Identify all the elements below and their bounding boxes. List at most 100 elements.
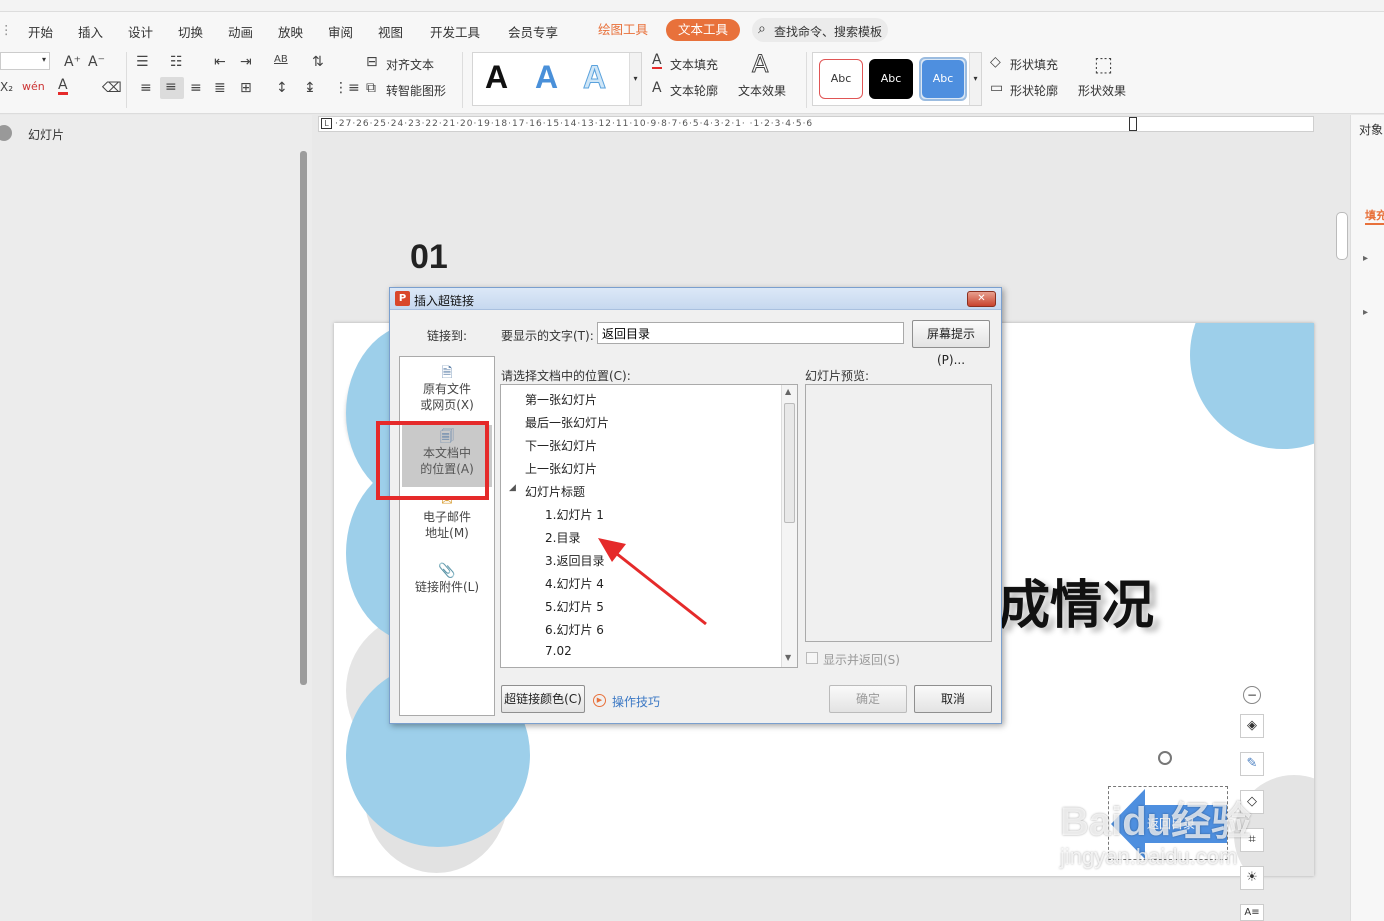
text-fill-button[interactable]: 文本填充 bbox=[670, 56, 718, 73]
pen-icon[interactable]: ✎ bbox=[1240, 752, 1264, 776]
layers-icon[interactable]: ◈ bbox=[1240, 714, 1264, 738]
nav-existing-file[interactable]: 🗎 原有文件 或网页(X) bbox=[400, 365, 494, 413]
paragraph-spacing-icon[interactable]: ↨ bbox=[304, 80, 316, 96]
numbered-list-icon[interactable]: ☷ bbox=[170, 54, 183, 70]
tree-group-slide-titles[interactable]: 幻灯片标题 bbox=[525, 483, 585, 500]
tab-home[interactable]: 开始 bbox=[28, 22, 53, 41]
show-return-checkbox[interactable] bbox=[806, 652, 818, 664]
shape-outline-button[interactable]: 形状轮廓 bbox=[1010, 82, 1058, 99]
close-icon[interactable]: ✕ bbox=[967, 291, 996, 307]
tree-scrollbar[interactable]: ▲ ▼ bbox=[781, 385, 797, 667]
text-style-gallery[interactable]: A A A ▾ bbox=[472, 52, 642, 106]
tab-design[interactable]: 设计 bbox=[128, 22, 153, 41]
display-text-input[interactable] bbox=[597, 322, 904, 344]
tree-slide-item[interactable]: 1.幻灯片 1 bbox=[545, 506, 604, 523]
column-icon[interactable]: ⋮≡ bbox=[334, 80, 360, 96]
location-label: 请选择文档中的位置(C): bbox=[501, 369, 631, 383]
collapse-icon[interactable]: − bbox=[1243, 686, 1261, 704]
text-effect-button[interactable]: 文本效果 bbox=[738, 82, 786, 99]
play-tips-icon: ▶ bbox=[593, 694, 606, 707]
ok-button[interactable]: 确定 bbox=[829, 685, 907, 713]
screen-tip-button[interactable]: 屏幕提示(P)... bbox=[912, 320, 990, 367]
tab-membership[interactable]: 会员专享 bbox=[508, 22, 558, 41]
nav-email-address[interactable]: ✉ 电子邮件 地址(M) bbox=[400, 493, 494, 541]
pane-scrollbar[interactable] bbox=[300, 151, 307, 685]
align-text-button[interactable]: 对齐文本 bbox=[386, 56, 434, 73]
tab-stop-icon[interactable]: L bbox=[321, 118, 332, 129]
scroll-down-icon[interactable]: ▼ bbox=[785, 653, 791, 662]
tab-drawing-tools[interactable]: 绘图工具 bbox=[586, 19, 660, 41]
dialog-title-bar[interactable]: P 插入超链接 ✕ bbox=[390, 288, 1001, 310]
shrink-font-icon[interactable]: A⁻ bbox=[88, 54, 105, 70]
tab-insert[interactable]: 插入 bbox=[78, 22, 103, 41]
decrease-indent-icon[interactable]: ⇤ bbox=[214, 54, 226, 70]
line-spacing-icon[interactable]: ↕ bbox=[276, 80, 288, 96]
phonetic-icon[interactable]: wén bbox=[22, 80, 45, 93]
hyperlink-color-button[interactable]: 超链接颜色(C) bbox=[501, 685, 585, 713]
menu-bar: ⋮ 开始 插入 设计 切换 动画 放映 审阅 视图 开发工具 会员专享 绘图工具… bbox=[0, 12, 1384, 46]
shape-style-gallery[interactable]: Abc Abc Abc ▾ bbox=[812, 52, 982, 106]
tips-link[interactable]: 操作技巧 bbox=[612, 693, 660, 710]
tree-item[interactable]: 上一张幻灯片 bbox=[525, 460, 597, 477]
shape-effect-button[interactable]: 形状效果 bbox=[1078, 82, 1126, 99]
align-text-icon: ⊟ bbox=[366, 54, 378, 70]
shape-style-blue[interactable]: Abc bbox=[922, 60, 964, 98]
scroll-up-icon[interactable]: ▲ bbox=[785, 387, 791, 396]
bullet-list-icon[interactable]: ☰ bbox=[136, 54, 149, 70]
tree-collapse-icon[interactable]: ◢ bbox=[509, 483, 516, 493]
text-direction-icon[interactable]: AB bbox=[274, 54, 288, 65]
text-wrap-icon[interactable]: A≡ bbox=[1240, 904, 1264, 921]
tree-slide-item[interactable]: 7.02 bbox=[545, 644, 572, 658]
text-style-black[interactable]: A bbox=[485, 59, 508, 96]
increase-indent-icon[interactable]: ⇥ bbox=[240, 54, 252, 70]
rotate-handle-icon[interactable] bbox=[1158, 751, 1172, 765]
justify-icon[interactable]: ≣ bbox=[214, 80, 226, 96]
annotation-arrow bbox=[598, 538, 707, 626]
text-outline-button[interactable]: 文本轮廓 bbox=[670, 82, 718, 99]
cancel-button[interactable]: 取消 bbox=[914, 685, 992, 713]
tree-slide-item[interactable]: 2.目录 bbox=[545, 529, 580, 546]
shape-fill-button[interactable]: 形状填充 bbox=[1010, 56, 1058, 73]
tab-fill[interactable]: 填充 bbox=[1365, 207, 1384, 225]
expand-arrow-icon[interactable]: ▸ bbox=[1363, 307, 1368, 318]
grow-font-icon[interactable]: A⁺ bbox=[64, 54, 81, 70]
tab-slideshow[interactable]: 放映 bbox=[278, 22, 303, 41]
tab-text-tools[interactable]: 文本工具 bbox=[666, 19, 741, 41]
text-style-blue[interactable]: A bbox=[535, 59, 558, 96]
preview-label: 幻灯片预览: bbox=[805, 369, 870, 383]
font-size-combo[interactable]: ▾ bbox=[0, 52, 50, 70]
tree-item[interactable]: 下一张幻灯片 bbox=[525, 437, 597, 454]
nav-existing-file-line2: 或网页(X) bbox=[420, 398, 474, 412]
pane-toggle-icon[interactable] bbox=[0, 125, 12, 141]
tab-view[interactable]: 视图 bbox=[378, 22, 403, 41]
sort-icon[interactable]: ⇅ bbox=[312, 54, 324, 70]
menu-overflow-icon[interactable]: ⋮ bbox=[0, 22, 13, 37]
expand-arrow-icon[interactable]: ▸ bbox=[1363, 253, 1368, 264]
tree-item[interactable]: 最后一张幻灯片 bbox=[525, 414, 609, 431]
tree-item[interactable]: 第一张幻灯片 bbox=[525, 391, 597, 408]
tab-animation[interactable]: 动画 bbox=[228, 22, 253, 41]
indent-marker-icon[interactable] bbox=[1129, 117, 1137, 131]
shape-style-black[interactable]: Abc bbox=[869, 59, 913, 99]
nav-link-attachment[interactable]: 📎 链接附件(L) bbox=[400, 563, 494, 595]
smart-shape-button[interactable]: 转智能图形 bbox=[386, 82, 446, 99]
align-center-button[interactable]: ≡ bbox=[160, 77, 184, 99]
link-to-label: 链接到: bbox=[427, 329, 468, 343]
align-left-icon[interactable]: ≡ bbox=[140, 80, 152, 96]
align-right-icon[interactable]: ≡ bbox=[190, 80, 202, 96]
object-properties-label: 对象 bbox=[1359, 123, 1384, 137]
canvas-scrollbar-thumb[interactable] bbox=[1336, 212, 1348, 260]
gallery-more-icon[interactable]: ▾ bbox=[969, 53, 981, 105]
tree-scroll-thumb[interactable] bbox=[784, 403, 795, 523]
search-command-box[interactable]: ⌕ 查找命令、搜索模板 bbox=[752, 18, 888, 42]
font-color-icon[interactable]: A bbox=[58, 78, 68, 95]
gallery-more-icon[interactable]: ▾ bbox=[629, 53, 641, 105]
subscript-icon[interactable]: X₂ bbox=[0, 80, 13, 94]
tab-developer[interactable]: 开发工具 bbox=[430, 22, 480, 41]
text-style-outline[interactable]: A bbox=[582, 59, 606, 96]
tab-transition[interactable]: 切换 bbox=[178, 22, 203, 41]
tab-review[interactable]: 审阅 bbox=[328, 22, 353, 41]
shape-style-white[interactable]: Abc bbox=[819, 59, 863, 99]
eraser-icon[interactable]: ⌫ bbox=[102, 80, 122, 96]
distribute-icon[interactable]: ⊞ bbox=[240, 80, 252, 96]
